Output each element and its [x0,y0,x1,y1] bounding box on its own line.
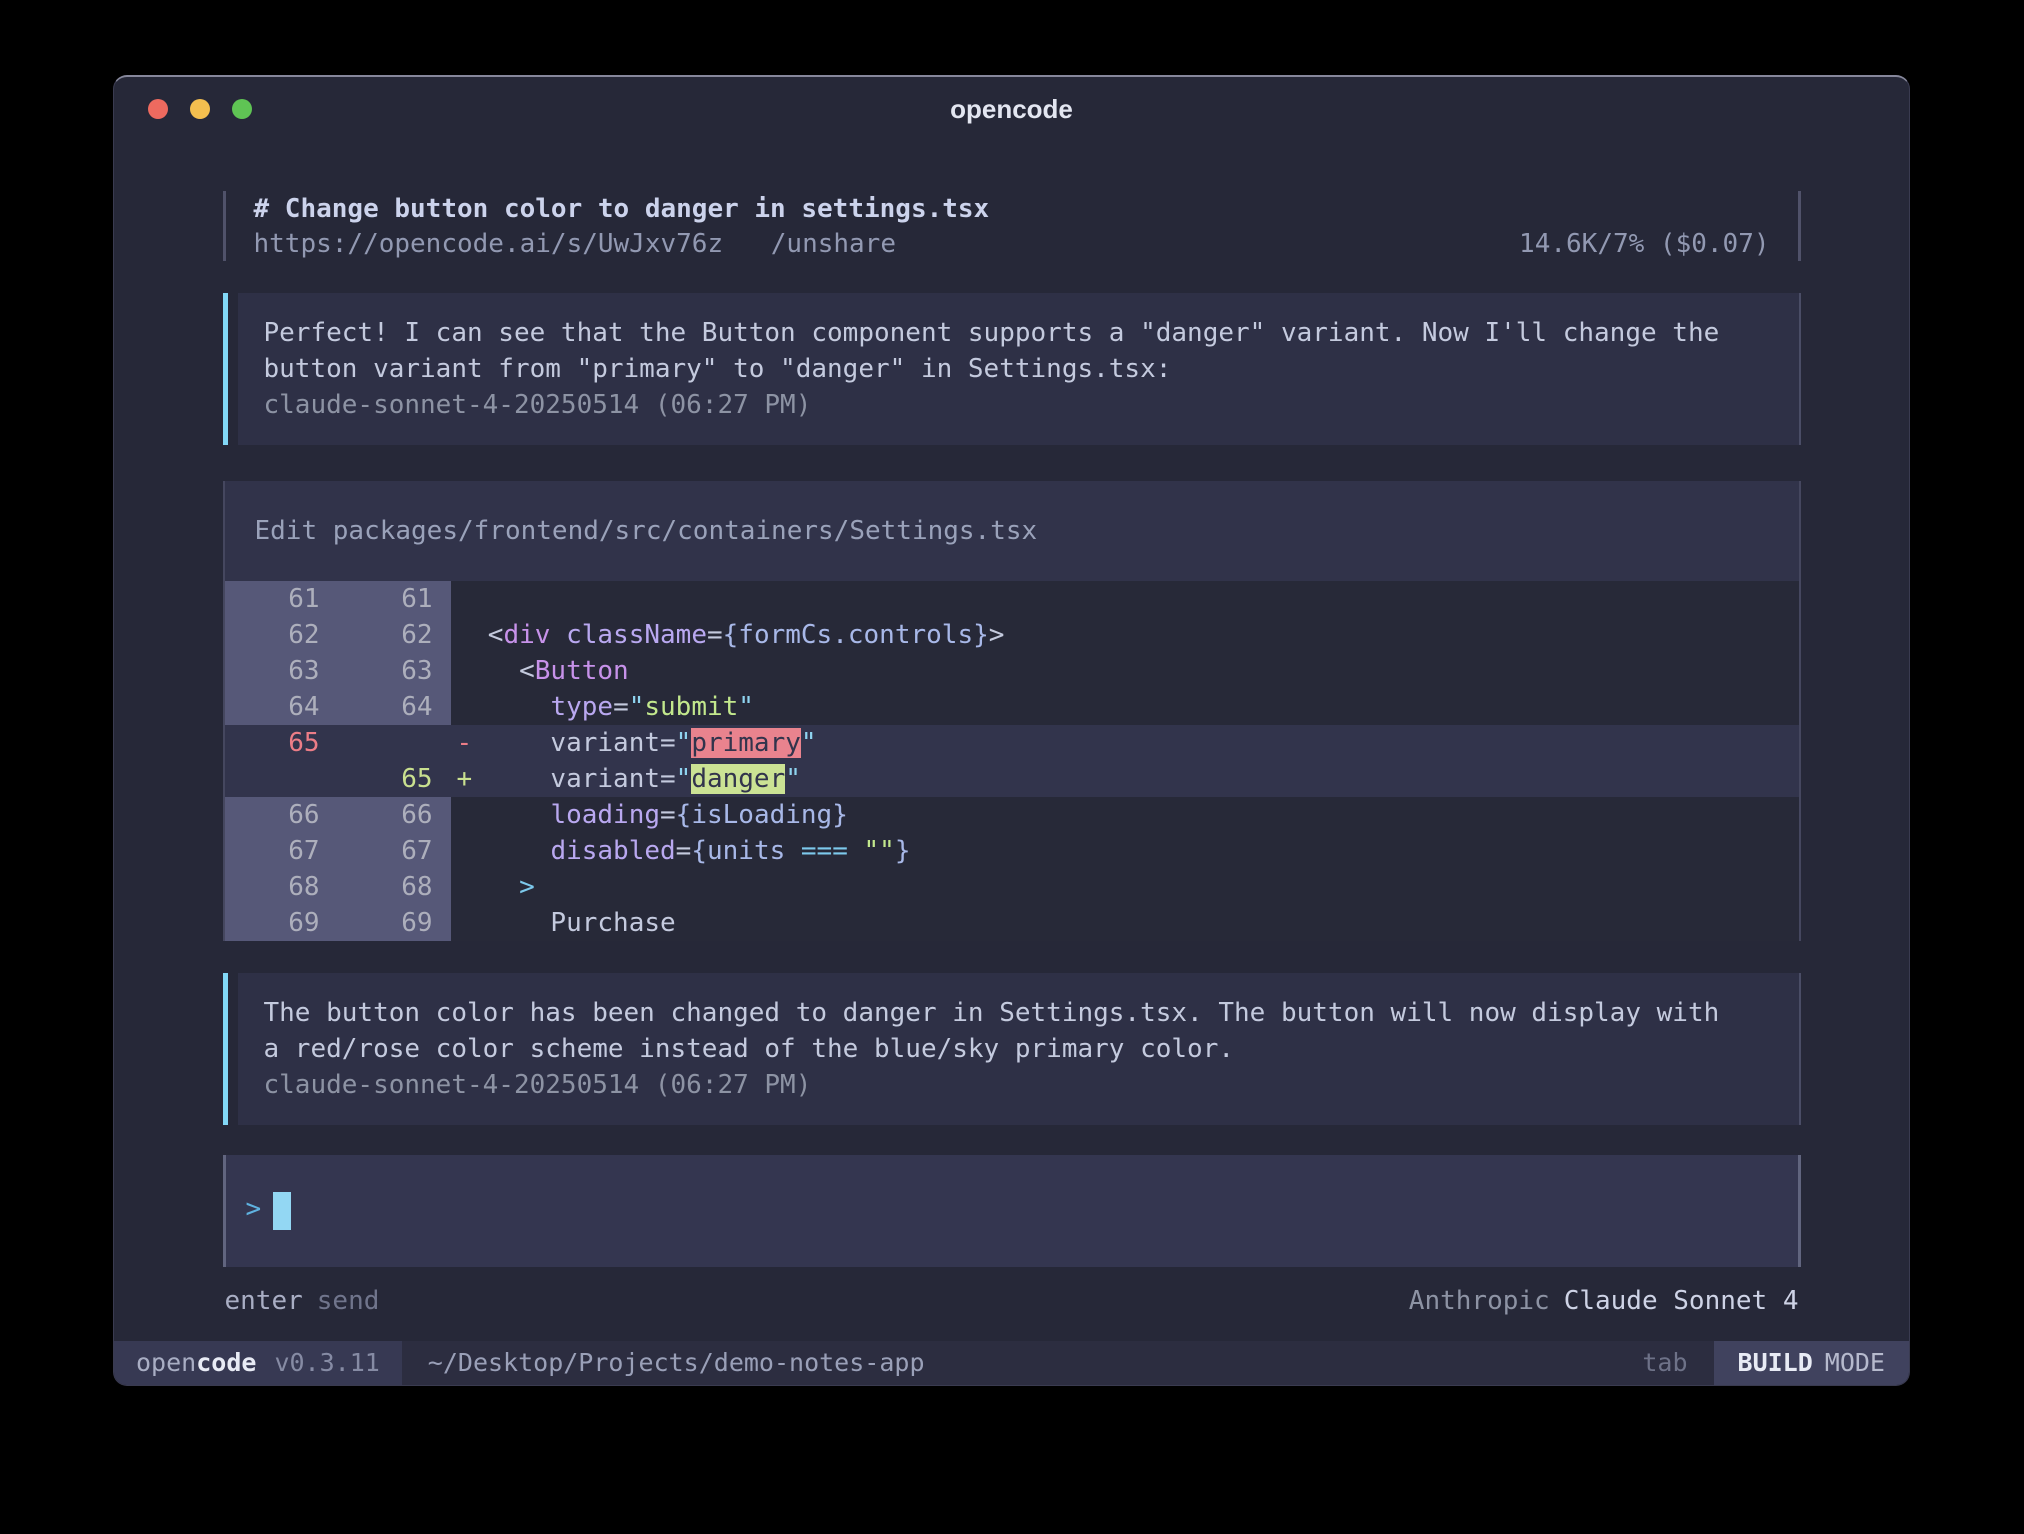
main-content: # Change button color to danger in setti… [223,141,1801,1341]
close-button[interactable] [148,99,168,119]
diff-row: 6767 disabled={units === ""} [225,833,1799,869]
diff-code-line: + variant="danger" [451,761,1799,797]
message-body: The button color has been changed to dan… [238,973,1801,1125]
diff-row: 6161 [225,581,1799,617]
diff-row: 6666 loading={isLoading} [225,797,1799,833]
working-directory: ~/Desktop/Projects/demo-notes-app [428,1341,925,1385]
line-number-new: 68 [338,869,451,905]
app-window: opencode # Change button color to danger… [113,75,1910,1386]
text-cursor [273,1192,291,1230]
edit-tool-title: Edit packages/frontend/src/containers/Se… [225,481,1799,581]
share-url[interactable]: https://opencode.ai/s/UwJxv76z [254,229,724,259]
diff-code-line: loading={isLoading} [451,797,1799,833]
diff-code-line: <Button [451,653,1799,689]
diff-marker [457,800,473,830]
line-number-old: 64 [225,689,338,725]
app-name-code: code [196,1348,256,1377]
diff-row: 6868 > [225,869,1799,905]
diff-rows: 6161 6262 <div className={formCs.control… [225,581,1799,941]
unshare-command[interactable]: /unshare [771,229,896,259]
diff-code-line [451,581,1799,617]
line-number-new: 62 [338,617,451,653]
window-title: opencode [950,94,1073,125]
diff-row: 6969 Purchase [225,905,1799,941]
diff-code-line: - variant="primary" [451,725,1799,761]
line-number-new: 67 [338,833,451,869]
message-accent-bar [223,293,228,445]
line-number-old: 67 [225,833,338,869]
enter-key-hint: enter [225,1286,303,1316]
line-number-new: 64 [338,689,451,725]
diff-marker: - [457,728,473,758]
traffic-lights [148,77,252,141]
session-header: # Change button color to danger in setti… [223,191,1801,261]
message-model-info: claude-sonnet-4-20250514 (06:27 PM) [264,1067,1773,1103]
diff-marker [457,908,473,938]
assistant-message: The button color has been changed to dan… [223,973,1801,1125]
session-title: # Change button color to danger in setti… [254,191,1770,227]
assistant-message: Perfect! I can see that the Button compo… [223,293,1801,445]
line-number-old [225,761,338,797]
prompt-input[interactable]: > [223,1155,1801,1267]
message-accent-bar [223,973,228,1125]
line-number-old: 61 [225,581,338,617]
tab-key-hint: tab [1642,1341,1687,1385]
app-name-open: open [136,1348,196,1377]
zoom-button[interactable] [232,99,252,119]
mode-label: MODE [1825,1348,1885,1377]
diff-row: 6363 <Button [225,653,1799,689]
diff-row: 6262 <div className={formCs.controls}> [225,617,1799,653]
statusbar-spacer [925,1341,1643,1385]
line-number-new: 69 [338,905,451,941]
diff-row: 65+ variant="danger" [225,761,1799,797]
diff-marker: + [457,764,473,794]
model-info: Anthropic Claude Sonnet 4 [1409,1283,1799,1319]
line-number-new [338,725,451,761]
session-meta: https://opencode.ai/s/UwJxv76z /unshare … [254,227,1770,261]
diff-code-line: disabled={units === ""} [451,833,1799,869]
session-links: https://opencode.ai/s/UwJxv76z /unshare [254,227,897,261]
mode-build: BUILD [1738,1348,1813,1377]
diff-marker [457,692,473,722]
app-version: v0.3.11 [274,1348,379,1377]
send-hint: enter send [225,1283,380,1319]
hints-row: enter send Anthropic Claude Sonnet 4 [223,1283,1801,1319]
send-label: send [317,1286,380,1316]
message-text: The button color has been changed to dan… [264,995,1773,1067]
diff-marker [457,656,473,686]
line-number-old: 63 [225,653,338,689]
line-number-old: 66 [225,797,338,833]
minimize-button[interactable] [190,99,210,119]
line-number-new: 66 [338,797,451,833]
model-label: Claude Sonnet 4 [1564,1286,1799,1316]
line-number-new: 65 [338,761,451,797]
diff-code-line: > [451,869,1799,905]
provider-label: Anthropic [1409,1286,1550,1316]
diff-code-line: <div className={formCs.controls}> [451,617,1799,653]
status-bar: opencode v0.3.11 ~/Desktop/Projects/demo-… [114,1341,1909,1385]
message-model-info: claude-sonnet-4-20250514 (06:27 PM) [264,387,1773,423]
diff-marker [457,872,473,902]
mode-toggle[interactable]: BUILD MODE [1714,1341,1909,1385]
line-number-new: 63 [338,653,451,689]
title-bar: opencode [114,77,1909,141]
edit-tool-block: Edit packages/frontend/src/containers/Se… [223,481,1801,941]
diff-marker [457,584,473,614]
message-text: Perfect! I can see that the Button compo… [264,315,1773,387]
diff-row: 6464 type="submit" [225,689,1799,725]
line-number-old: 62 [225,617,338,653]
prompt-symbol: > [246,1194,262,1224]
line-number-old: 69 [225,905,338,941]
line-number-new: 61 [338,581,451,617]
diff-marker [457,836,473,866]
line-number-old: 65 [225,725,338,761]
usage-stats: 14.6K/7% ($0.07) [1519,227,1769,261]
message-body: Perfect! I can see that the Button compo… [238,293,1801,445]
diff-row: 65 - variant="primary" [225,725,1799,761]
diff-code-line: Purchase [451,905,1799,941]
diff-code-line: type="submit" [451,689,1799,725]
line-number-old: 68 [225,869,338,905]
app-version-segment: opencode v0.3.11 [114,1341,402,1385]
diff-marker [457,620,473,650]
